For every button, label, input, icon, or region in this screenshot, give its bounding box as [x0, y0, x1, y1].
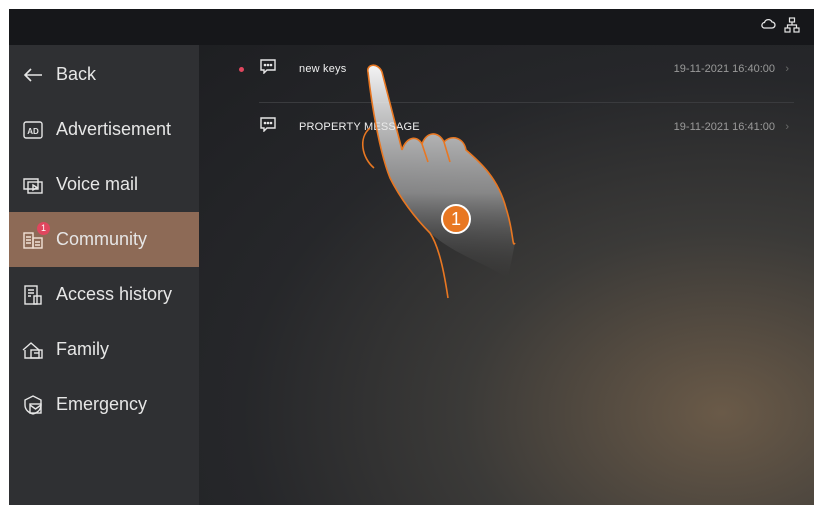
sidebar: Back AD Advertisement Voice mail 1 Commu… — [9, 45, 199, 505]
community-icon: 1 — [22, 221, 50, 251]
sidebar-item-back[interactable]: Back — [9, 47, 199, 102]
sidebar-item-advertisement[interactable]: AD Advertisement — [9, 102, 199, 157]
back-arrow-icon — [22, 64, 44, 86]
message-time: 19-11-2021 16:41:00 — [673, 121, 775, 133]
sidebar-item-label: Back — [56, 64, 97, 84]
message-icon — [259, 58, 277, 79]
ad-icon: AD — [22, 119, 44, 141]
sidebar-item-label: Access history — [56, 284, 173, 304]
sidebar-item-label: Emergency — [56, 394, 148, 414]
voice-mail-icon — [22, 174, 44, 196]
notification-badge: 1 — [37, 221, 50, 235]
step-callout: 1 — [441, 204, 471, 234]
family-icon — [22, 339, 44, 361]
sidebar-item-family[interactable]: Family — [9, 322, 199, 377]
sidebar-item-label: Community — [56, 229, 148, 249]
sidebar-item-label: Family — [56, 339, 109, 359]
svg-text:AD: AD — [27, 127, 39, 136]
sidebar-item-community[interactable]: 1 Community — [9, 212, 199, 267]
sidebar-item-emergency[interactable]: Emergency — [9, 377, 199, 432]
pointing-hand-illustration — [362, 64, 516, 299]
access-history-icon — [22, 284, 44, 306]
sidebar-item-voice-mail[interactable]: Voice mail — [9, 157, 199, 212]
message-time: 19-11-2021 16:40:00 — [673, 63, 775, 75]
chevron-right-icon: › — [785, 63, 789, 75]
cloud-icon — [760, 17, 776, 38]
emergency-icon — [22, 394, 44, 416]
unread-dot — [239, 66, 244, 72]
sidebar-item-access-history[interactable]: Access history — [9, 267, 199, 322]
sidebar-item-label: Voice mail — [56, 174, 139, 194]
status-bar — [9, 9, 814, 45]
network-icon — [784, 17, 800, 38]
sidebar-item-label: Advertisement — [56, 119, 172, 139]
message-icon — [259, 116, 277, 137]
chevron-right-icon: › — [785, 121, 789, 133]
